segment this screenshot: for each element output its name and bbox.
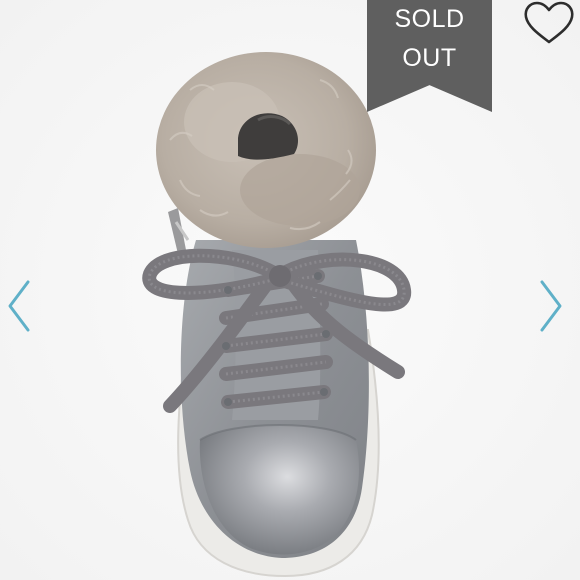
heart-outline-icon <box>524 1 574 44</box>
product-photo <box>0 0 580 580</box>
like-button[interactable] <box>522 0 576 48</box>
previous-image-button[interactable] <box>4 278 34 334</box>
next-image-button[interactable] <box>536 278 566 334</box>
badge-line-1: SOLD <box>394 5 465 33</box>
badge-line-2: OUT <box>402 44 457 72</box>
chevron-left-icon <box>8 280 30 332</box>
chevron-right-icon <box>540 280 562 332</box>
